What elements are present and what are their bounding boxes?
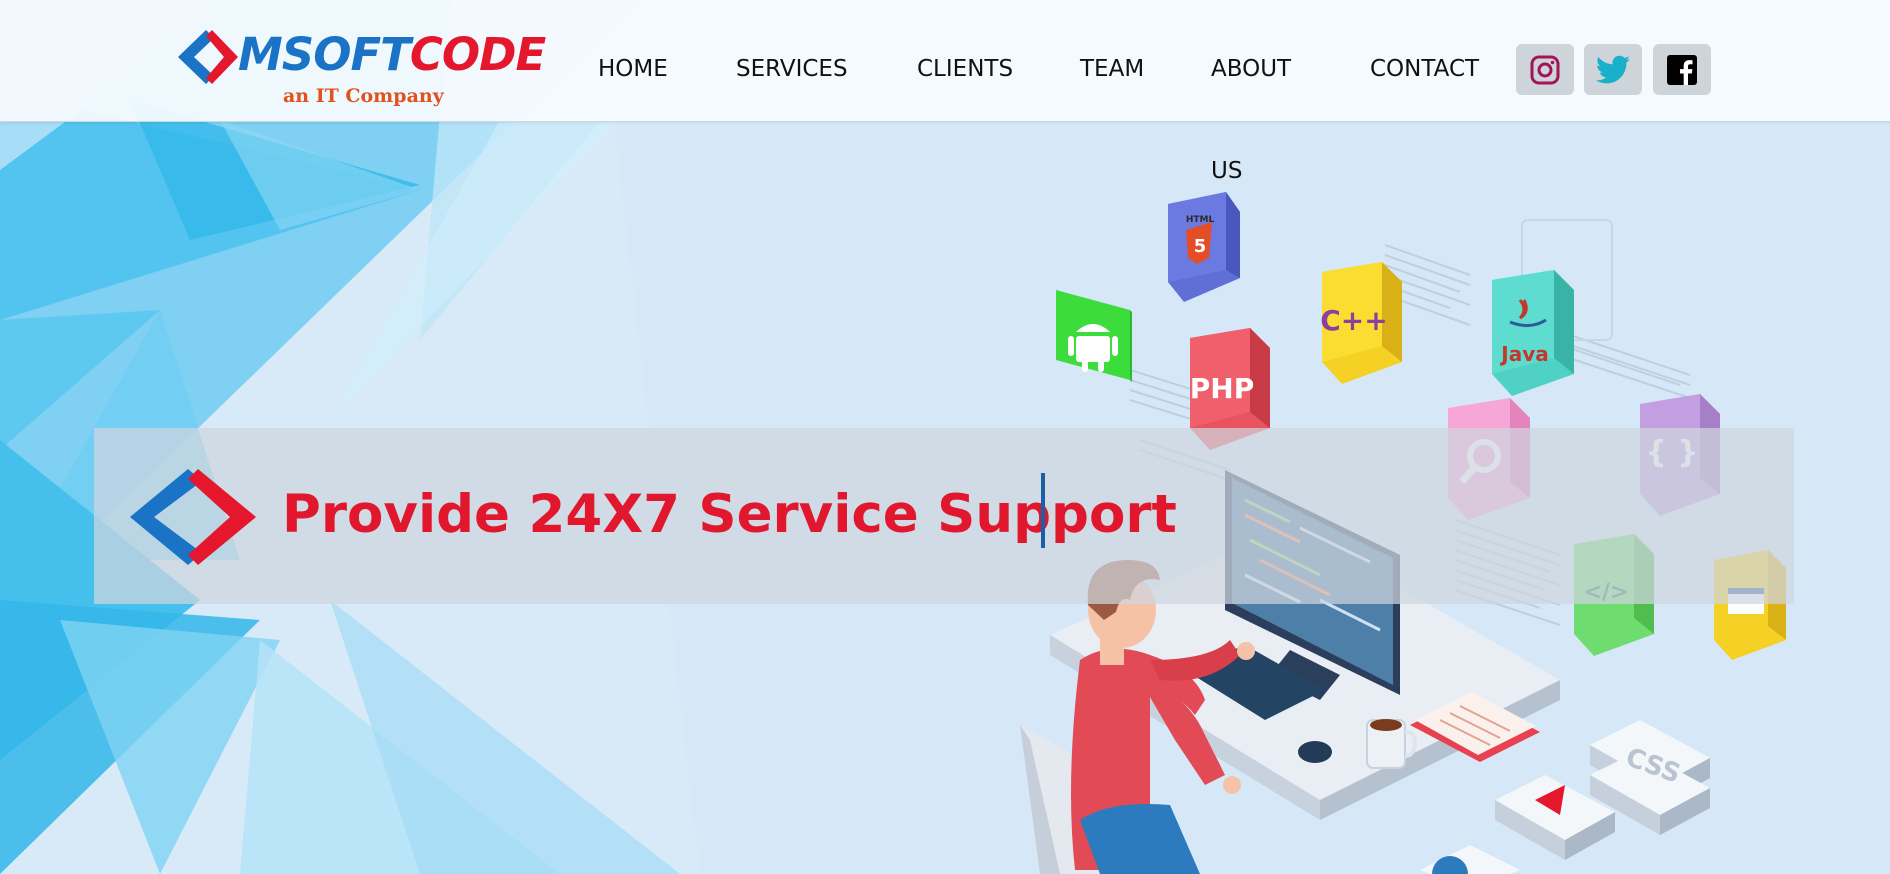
android-tile — [1054, 282, 1132, 398]
java-tile: Java — [1490, 270, 1576, 398]
nav-home[interactable]: HOME — [598, 54, 668, 84]
nav-clients[interactable]: CLIENTS — [917, 54, 1013, 84]
brand-tagline: an IT Company — [283, 85, 444, 107]
brand-name: MSOFTCODE — [238, 26, 546, 84]
brand-name-part2: CODE — [409, 28, 546, 81]
java-icon — [1492, 270, 1574, 396]
facebook-icon — [1667, 54, 1697, 85]
css-tile: CSS — [1598, 736, 1708, 796]
instagram-button[interactable] — [1516, 44, 1574, 95]
code-brackets-icon — [178, 30, 238, 84]
nav-about[interactable]: ABOUT — [1211, 54, 1291, 84]
twitter-icon — [1595, 55, 1630, 83]
facebook-button[interactable] — [1653, 44, 1711, 95]
code-brackets-icon — [130, 469, 256, 565]
brand-name-part1: MSOFT — [238, 28, 411, 81]
cpp-tile: C++ — [1320, 262, 1404, 386]
html5-tile: HTML 5 — [1166, 192, 1242, 304]
nav-team[interactable]: TEAM — [1080, 54, 1144, 84]
site-header: MSOFTCODE an IT Company HOME SERVICES CL… — [0, 0, 1890, 122]
nav-services[interactable]: SERVICES — [736, 54, 848, 84]
cpp-icon — [1322, 262, 1402, 384]
typing-cursor — [1041, 473, 1045, 548]
android-icon — [1056, 290, 1132, 382]
twitter-button[interactable] — [1584, 44, 1642, 95]
hero-banner: Provide 24X7 Service Support — [94, 428, 1794, 604]
nav-contact[interactable]: CONTACT — [1370, 54, 1479, 84]
html5-icon — [1168, 192, 1240, 302]
instagram-icon — [1530, 55, 1560, 84]
brand-logo[interactable]: MSOFTCODE an IT Company — [176, 26, 546, 116]
